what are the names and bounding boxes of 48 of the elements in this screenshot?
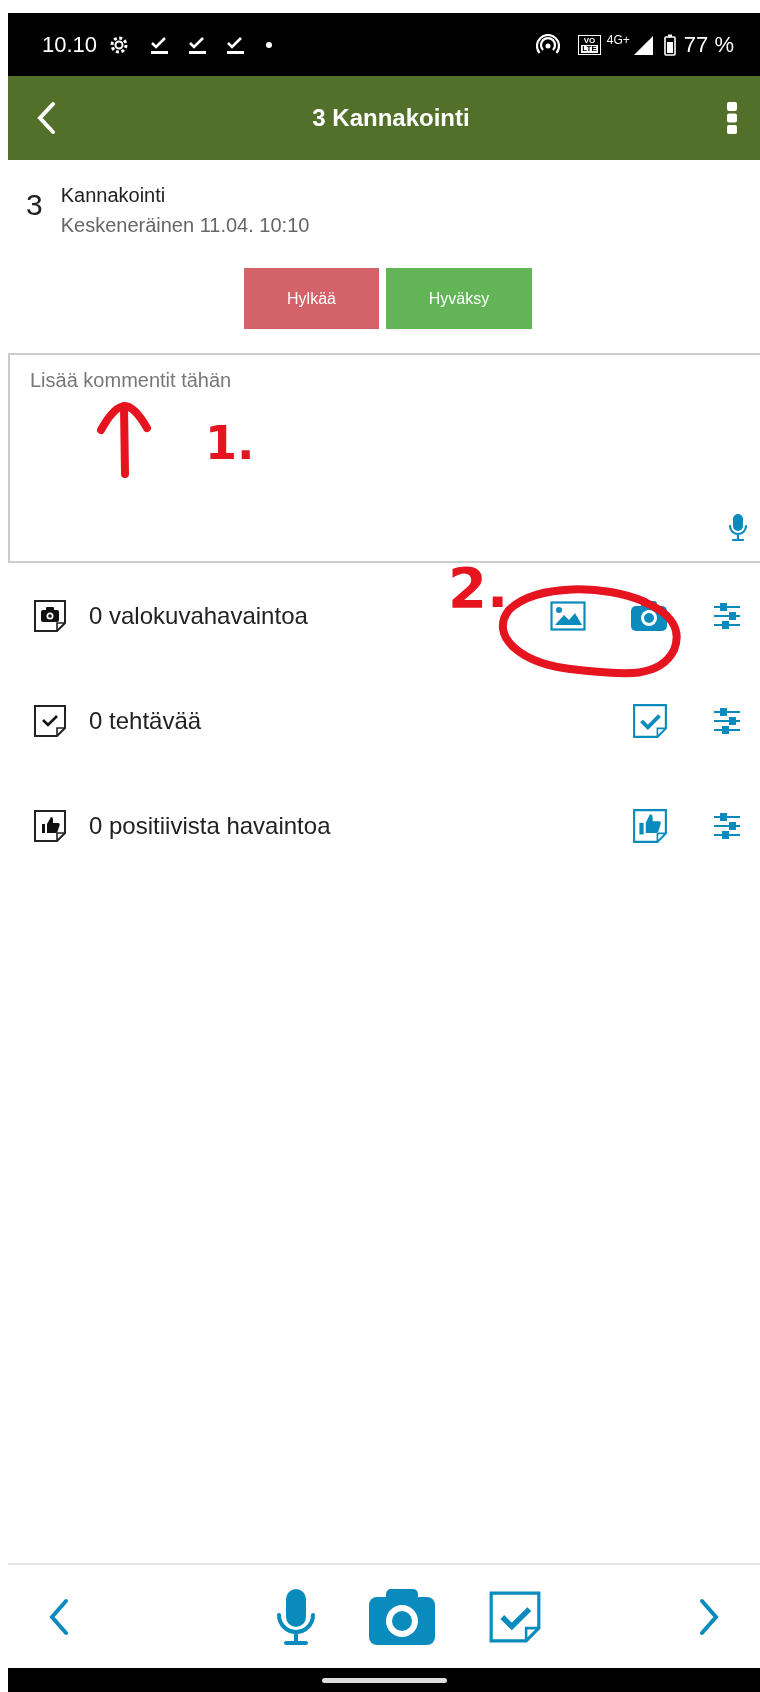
add-positive-button[interactable] bbox=[632, 807, 668, 844]
sliders-icon bbox=[712, 810, 742, 841]
hotspot-icon bbox=[536, 33, 561, 56]
dot-icon bbox=[265, 40, 274, 49]
previous-button[interactable] bbox=[48, 1596, 70, 1637]
filter-button[interactable] bbox=[712, 600, 742, 631]
network-type: 4G+ bbox=[606, 31, 630, 49]
back-button[interactable] bbox=[36, 101, 56, 135]
microphone-icon[interactable] bbox=[728, 513, 748, 543]
item-number: 3 bbox=[26, 190, 43, 223]
camera-button[interactable] bbox=[368, 1587, 436, 1646]
add-task-button[interactable] bbox=[632, 702, 668, 739]
kebab-icon bbox=[726, 101, 738, 135]
battery-icon bbox=[663, 33, 676, 56]
thumbs-up-note-icon bbox=[632, 807, 668, 844]
row-label: 0 tehtävää bbox=[89, 705, 203, 736]
filter-button[interactable] bbox=[712, 705, 742, 736]
status-time: 10.10 bbox=[42, 31, 98, 59]
thumbs-up-note-icon bbox=[33, 808, 67, 843]
voice-button[interactable] bbox=[276, 1587, 316, 1646]
annotation-label: 2. bbox=[448, 560, 509, 616]
next-button[interactable] bbox=[698, 1596, 720, 1637]
chevron-left-icon bbox=[48, 1596, 70, 1637]
filter-button[interactable] bbox=[712, 810, 742, 841]
chevron-right-icon bbox=[698, 1596, 720, 1637]
annotation-label: 1. bbox=[205, 420, 255, 466]
approve-button[interactable]: Hyväksy bbox=[386, 268, 532, 329]
microphone-icon bbox=[276, 1587, 316, 1646]
battery-level: 77 % bbox=[683, 31, 734, 59]
more-menu-button[interactable] bbox=[726, 101, 738, 135]
reject-button[interactable]: Hylkää bbox=[244, 268, 379, 329]
row-label: 0 positiivista havaintoa bbox=[89, 810, 332, 841]
row-label: 0 valokuvahavaintoa bbox=[89, 600, 309, 631]
sliders-icon bbox=[712, 705, 742, 736]
add-task-button[interactable] bbox=[488, 1589, 542, 1644]
image-icon bbox=[550, 600, 586, 631]
sliders-icon bbox=[712, 600, 742, 631]
task-note-icon bbox=[33, 703, 67, 738]
task-note-icon bbox=[632, 702, 668, 739]
camera-icon bbox=[368, 1587, 436, 1646]
task-note-icon bbox=[488, 1589, 542, 1644]
gallery-button[interactable] bbox=[550, 600, 586, 631]
back-icon bbox=[36, 101, 56, 135]
volte-icon: VO LTE bbox=[578, 34, 601, 55]
item-title: Kannakointi bbox=[60, 183, 167, 208]
page-title: 3 Kannakointi bbox=[312, 103, 470, 133]
photo-note-icon bbox=[33, 598, 67, 633]
item-status: Keskeneräinen 11.04. 10:10 bbox=[60, 213, 310, 238]
